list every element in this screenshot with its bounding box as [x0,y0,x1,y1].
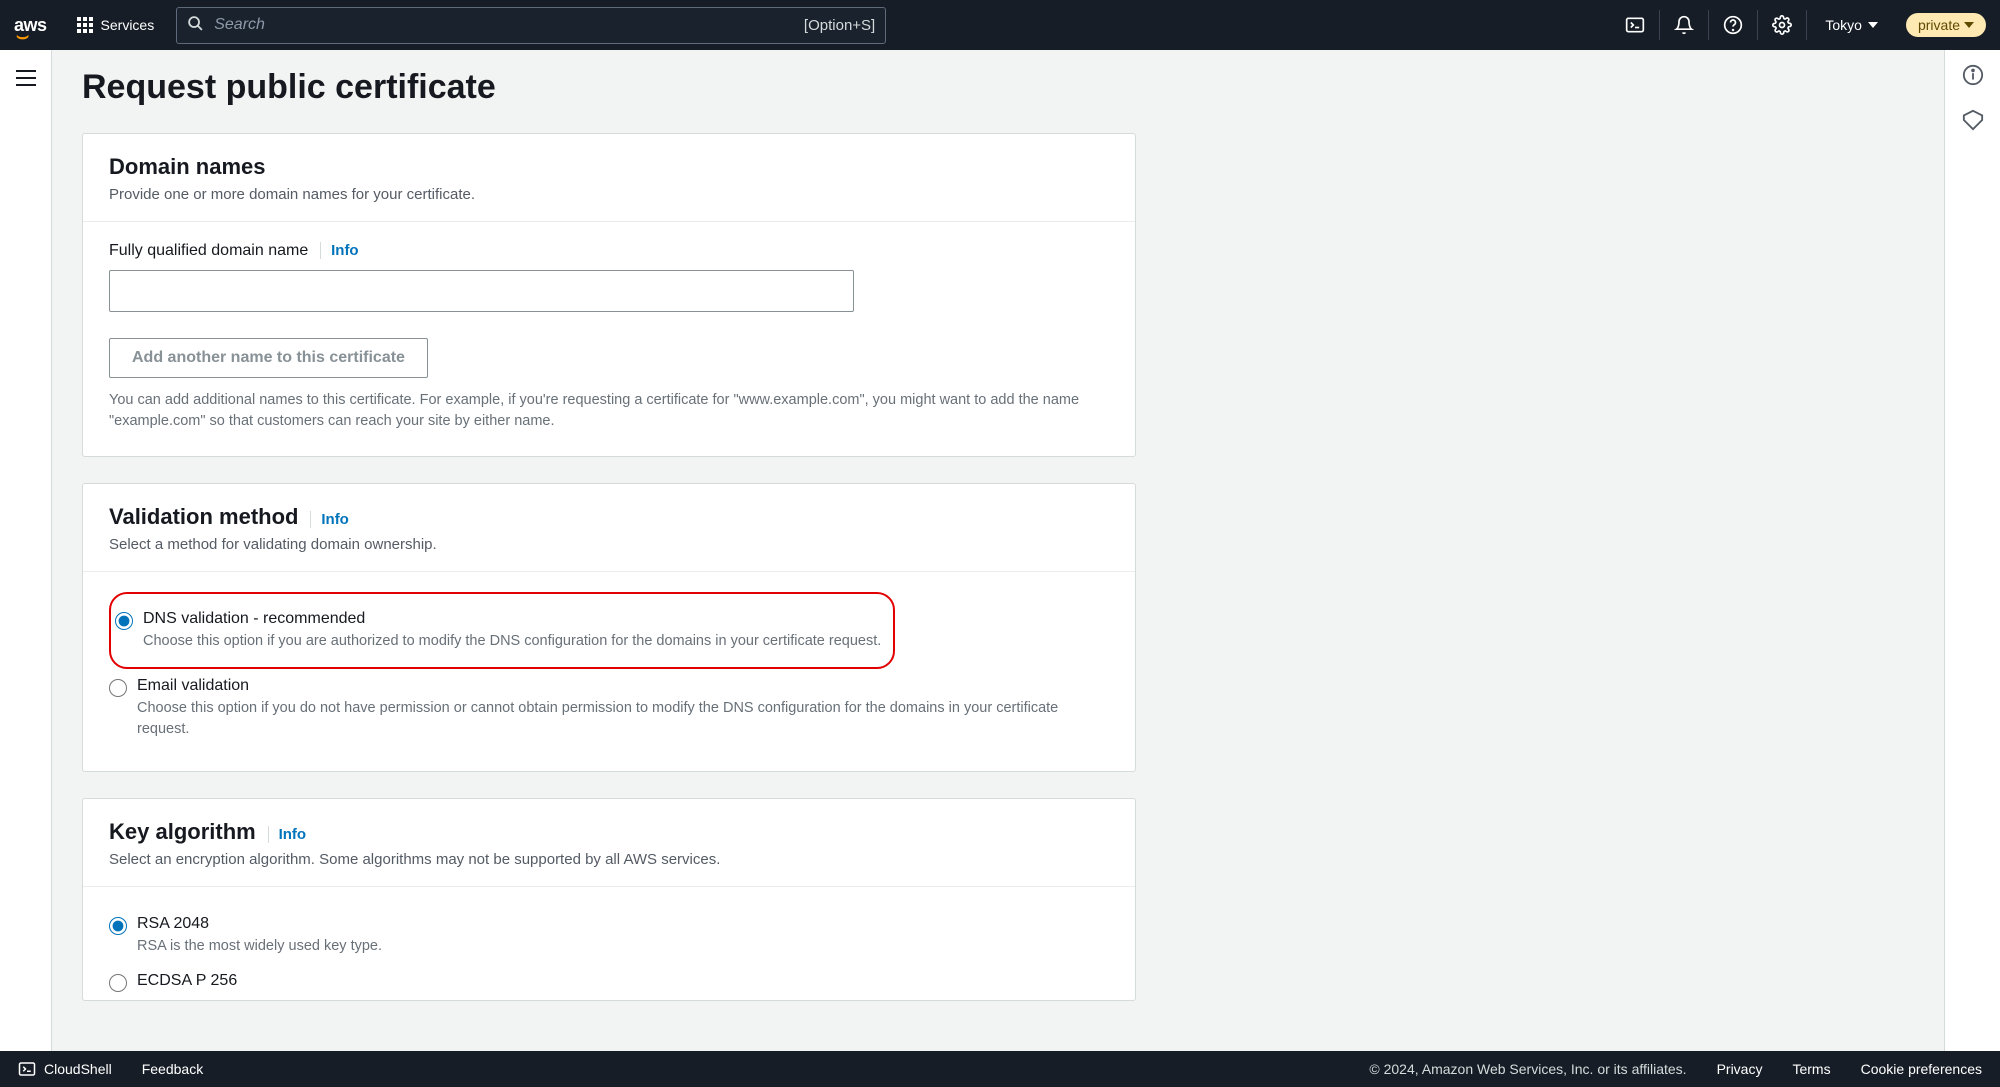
highlight-annotation: DNS validation - recommended Choose this… [109,592,895,669]
main-content: Request public certificate Domain names … [52,50,1944,1051]
fqdn-input[interactable] [109,270,854,312]
radio-ecdsa-p256[interactable]: ECDSA P 256 [109,964,1109,1000]
footer-cookie-link[interactable]: Cookie preferences [1861,1061,1982,1077]
add-domain-button[interactable]: Add another name to this certificate [109,338,428,378]
radio-desc: Choose this option if you do not have pe… [137,698,1097,739]
footer-terms-link[interactable]: Terms [1792,1061,1830,1077]
domain-panel-heading: Domain names [109,154,266,179]
global-search[interactable]: [Option+S] [176,7,886,44]
caret-down-icon [1868,22,1878,28]
key-sub: Select an encryption algorithm. Some alg… [109,851,1109,868]
services-label: Services [101,17,155,33]
validation-heading: Validation method [109,504,298,529]
services-menu-button[interactable]: Services [67,11,165,39]
help-icon[interactable] [1708,10,1757,40]
account-badge-label: private [1918,17,1960,33]
sidebar-toggle-icon[interactable] [10,64,42,1051]
domain-hint: You can add additional names to this cer… [109,390,1099,432]
feedback-link[interactable]: Feedback [142,1061,203,1077]
left-rail [0,50,52,1051]
radio-email-validation[interactable]: Email validation Choose this option if y… [109,669,1109,747]
region-selector[interactable]: Tokyo [1806,10,1896,40]
grid-icon [77,17,93,33]
radio-input-ecdsa[interactable] [109,974,127,992]
fqdn-label: Fully qualified domain name [109,242,308,259]
top-navbar: aws ⌣ Services [Option+S] Tokyo pri [0,0,2000,50]
caret-down-icon [1964,22,1974,28]
notifications-icon[interactable] [1659,10,1708,40]
key-heading: Key algorithm [109,819,256,844]
cloudshell-button[interactable]: CloudShell [18,1060,112,1078]
radio-rsa-2048[interactable]: RSA 2048 RSA is the most widely used key… [109,907,1109,964]
validation-sub: Select a method for validating domain ow… [109,536,1109,553]
radio-desc: Choose this option if you are authorized… [143,631,881,651]
cloudshell-icon[interactable] [1611,10,1659,40]
security-panel-icon[interactable] [1962,109,1984,134]
region-label: Tokyo [1825,17,1862,33]
search-shortcut-label: [Option+S] [804,17,875,34]
radio-input-rsa[interactable] [109,917,127,935]
page-title: Request public certificate [82,68,1914,107]
footer-privacy-link[interactable]: Privacy [1717,1061,1763,1077]
cloudshell-label: CloudShell [44,1061,112,1077]
radio-title: Email validation [137,677,1097,695]
validation-info-link[interactable]: Info [310,511,349,528]
settings-icon[interactable] [1757,10,1806,40]
account-menu[interactable]: private [1906,13,1986,37]
footer-bar: CloudShell Feedback © 2024, Amazon Web S… [0,1051,2000,1087]
radio-dns-validation[interactable]: DNS validation - recommended Choose this… [115,602,881,659]
radio-input-dns[interactable] [115,612,133,630]
info-panel-icon[interactable] [1962,64,1984,89]
fqdn-info-link[interactable]: Info [320,242,359,259]
radio-input-email[interactable] [109,679,127,697]
radio-desc: RSA is the most widely used key type. [137,936,382,956]
radio-title: ECDSA P 256 [137,972,237,990]
radio-title: RSA 2048 [137,915,382,933]
domain-panel-sub: Provide one or more domain names for you… [109,186,1109,203]
panel-validation-method: Validation method Info Select a method f… [82,483,1136,772]
panel-domain-names: Domain names Provide one or more domain … [82,133,1136,457]
search-icon [187,15,204,35]
key-info-link[interactable]: Info [268,826,307,843]
search-input[interactable] [214,16,804,34]
footer-copyright: © 2024, Amazon Web Services, Inc. or its… [1369,1061,1686,1077]
radio-title: DNS validation - recommended [143,610,881,628]
panel-key-algorithm: Key algorithm Info Select an encryption … [82,798,1136,1001]
aws-logo[interactable]: aws ⌣ [14,15,47,36]
right-rail [1944,50,2000,1051]
